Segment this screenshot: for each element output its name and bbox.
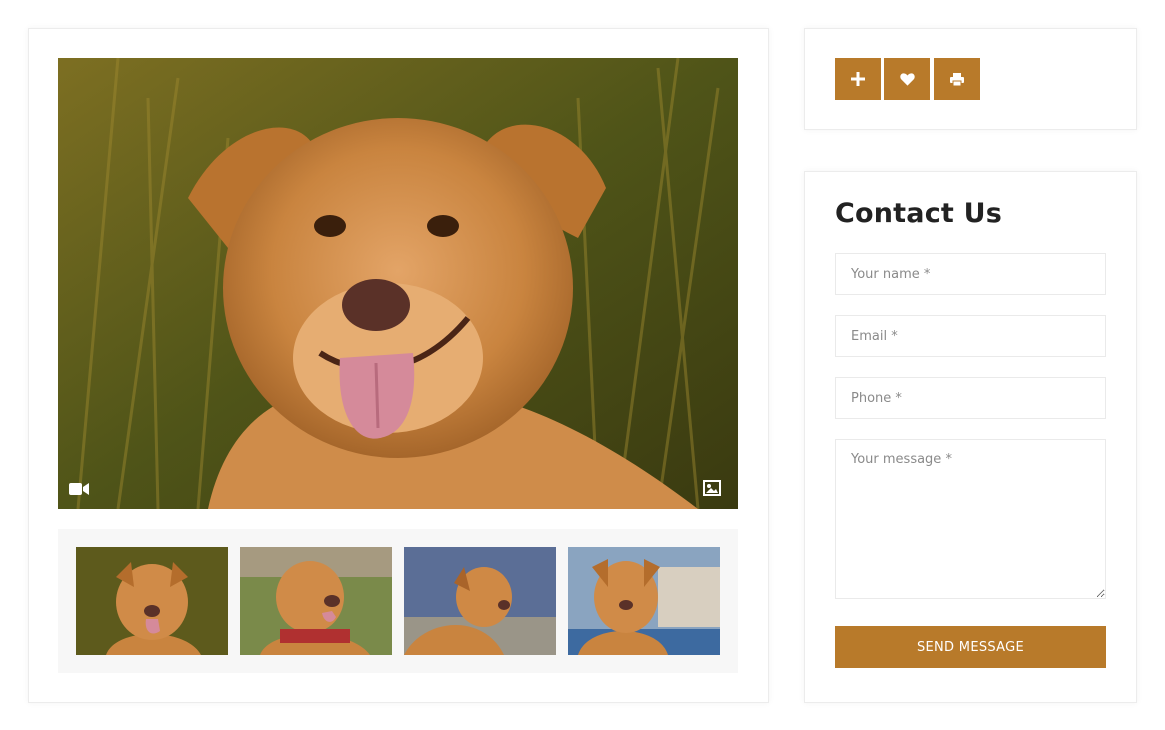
favorite-button[interactable]: [884, 58, 930, 100]
contact-title: Contact Us: [835, 198, 1003, 229]
dog-thumbnail-3[interactable]: [404, 547, 556, 655]
image-icon[interactable]: [703, 480, 725, 498]
heart-icon: [899, 73, 915, 86]
dog-thumbnail-2[interactable]: [240, 547, 392, 655]
contact-card: Contact Us SEND MESSAGE: [804, 171, 1137, 703]
video-camera-icon[interactable]: [69, 482, 91, 500]
thumbnail-strip: [58, 529, 738, 673]
email-field[interactable]: [835, 315, 1106, 357]
print-icon: [950, 72, 964, 86]
dog-portrait-image: [58, 58, 738, 509]
add-button[interactable]: [835, 58, 881, 100]
message-field[interactable]: [835, 439, 1106, 599]
plus-icon: [851, 72, 865, 86]
main-dog-photo[interactable]: [58, 58, 738, 509]
name-field[interactable]: [835, 253, 1106, 295]
dog-thumbnail-4[interactable]: [568, 547, 720, 655]
phone-field[interactable]: [835, 377, 1106, 419]
send-message-button[interactable]: SEND MESSAGE: [835, 626, 1106, 668]
gallery-card: [28, 28, 769, 703]
print-button[interactable]: [934, 58, 980, 100]
actions-card: [804, 28, 1137, 130]
dog-thumbnail-1[interactable]: [76, 547, 228, 655]
